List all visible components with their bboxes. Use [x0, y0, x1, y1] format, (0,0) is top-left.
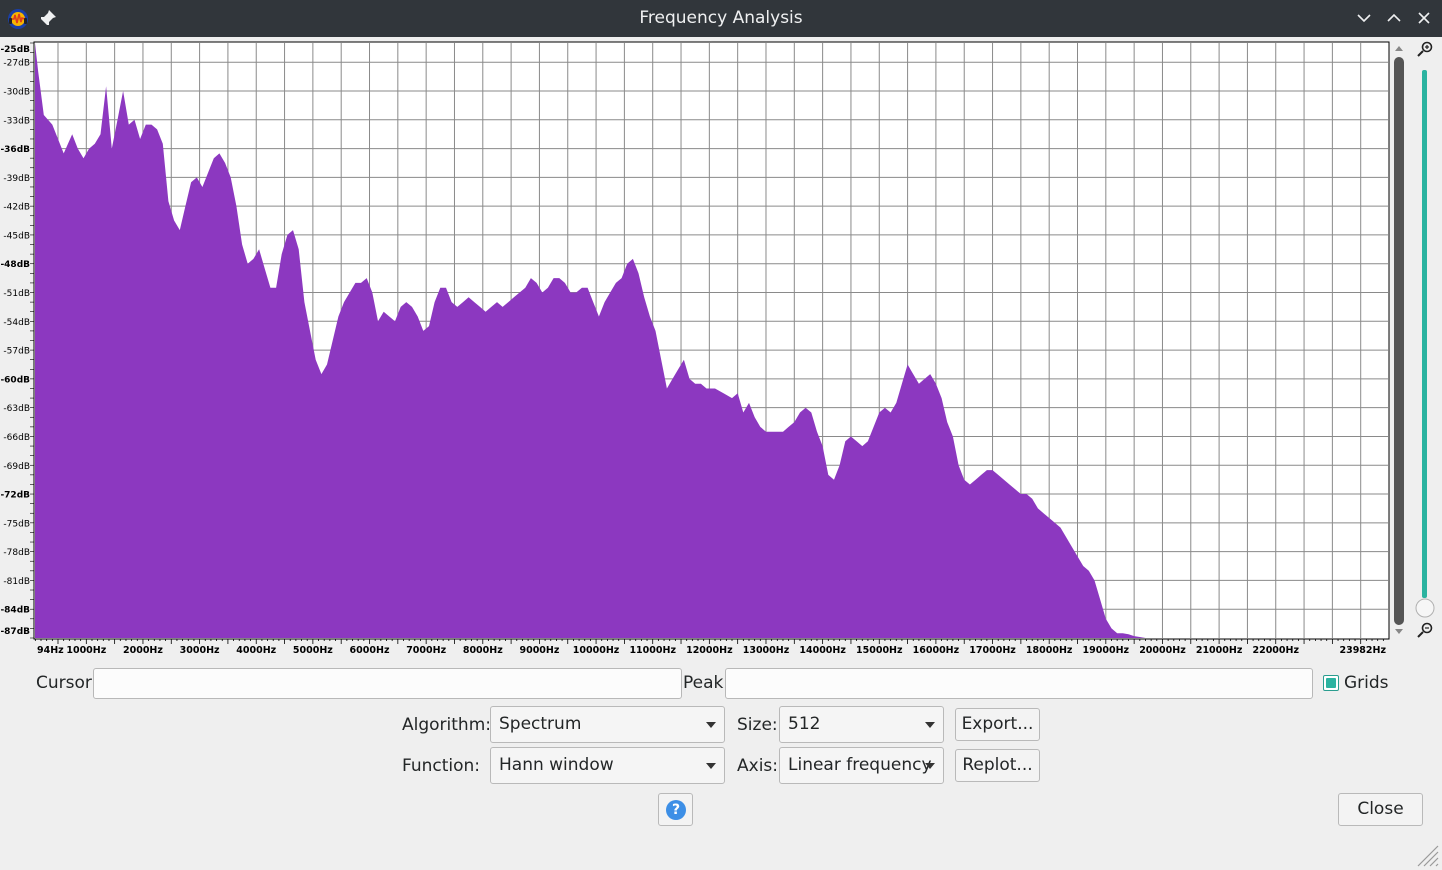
x-tick-label: 13000Hz: [743, 645, 790, 656]
algorithm-select[interactable]: Spectrum: [490, 706, 725, 743]
zoom-slider-track[interactable]: [1422, 70, 1427, 598]
x-tick-label: 94Hz: [37, 645, 64, 656]
x-tick-label: 11000Hz: [629, 645, 676, 656]
help-button[interactable]: ?: [658, 793, 693, 826]
x-tick-label: 6000Hz: [350, 645, 390, 656]
chevron-down-icon: [925, 763, 935, 769]
checkbox-check-icon: [1326, 678, 1336, 688]
zoom-slider-handle[interactable]: [1415, 598, 1435, 618]
x-tick-label: 2000Hz: [123, 645, 163, 656]
y-tick-label: -66dB: [3, 433, 30, 443]
y-tick-label: -81dB: [3, 577, 30, 587]
x-tick-label: 4000Hz: [236, 645, 276, 656]
x-tick-label: 16000Hz: [913, 645, 960, 656]
x-tick-label: 5000Hz: [293, 645, 333, 656]
y-tick-label: -33dB: [3, 116, 30, 126]
resize-grip-icon[interactable]: [1414, 842, 1440, 868]
x-tick-label: 21000Hz: [1196, 645, 1243, 656]
close-icon[interactable]: [1412, 6, 1436, 30]
y-tick-label: -51dB: [3, 289, 30, 299]
maximize-icon[interactable]: [1382, 6, 1406, 30]
y-tick-label: -36dB: [0, 145, 30, 155]
y-tick-label: -30dB: [3, 87, 30, 97]
x-tick-label: 12000Hz: [686, 645, 733, 656]
cursor-field[interactable]: [93, 668, 682, 699]
chevron-down-icon: [706, 763, 716, 769]
y-tick-label: -39dB: [3, 174, 30, 184]
x-tick-label: 8000Hz: [463, 645, 503, 656]
y-tick-label: -25dB: [0, 45, 30, 55]
size-select[interactable]: 512: [779, 706, 944, 743]
x-tick-label: 20000Hz: [1139, 645, 1186, 656]
scroll-up-arrow[interactable]: [1395, 46, 1403, 51]
axis-value: Linear frequency: [788, 755, 932, 775]
grids-checkbox[interactable]: [1323, 675, 1339, 691]
zoom-in-icon[interactable]: [1417, 41, 1433, 57]
minimize-icon[interactable]: [1352, 6, 1376, 30]
y-tick-label: -78dB: [3, 548, 30, 558]
x-axis: 94Hz 1000Hz 2000Hz 3000Hz 4000Hz 5000Hz 6000Hz…: [34, 639, 1386, 656]
scroll-down-arrow[interactable]: [1395, 629, 1403, 634]
window-title: Frequency Analysis: [639, 8, 803, 28]
function-select[interactable]: Hann window: [490, 747, 725, 784]
chevron-down-icon: [925, 722, 935, 728]
cursor-label: Cursor:: [36, 673, 98, 693]
algorithm-label: Algorithm:: [402, 715, 491, 735]
vertical-scrollbar[interactable]: [1394, 46, 1404, 634]
grids-label[interactable]: Grids: [1344, 673, 1389, 693]
zoom-slider[interactable]: [1415, 41, 1435, 638]
x-tick-label: 7000Hz: [406, 645, 446, 656]
x-tick-label: 19000Hz: [1083, 645, 1130, 656]
y-tick-label: -57dB: [3, 347, 30, 357]
function-value: Hann window: [499, 755, 614, 775]
x-tick-label: 18000Hz: [1026, 645, 1073, 656]
scrollbar-thumb[interactable]: [1394, 57, 1404, 625]
y-tick-label: -42dB: [3, 203, 30, 213]
size-value: 512: [788, 714, 821, 734]
title-bar: Frequency Analysis: [0, 0, 1442, 37]
x-tick-label: 15000Hz: [856, 645, 903, 656]
y-tick-label: -75dB: [3, 519, 30, 529]
replot-button[interactable]: Replot...: [955, 749, 1040, 782]
spectrum-plot[interactable]: -25dB -27dB -30dB -33dB -36dB -39dB -42dB -45dB…: [0, 37, 1442, 660]
x-tick-label: 1000Hz: [66, 645, 106, 656]
size-label: Size:: [737, 715, 778, 735]
x-tick-label: 17000Hz: [969, 645, 1016, 656]
x-tick-label: 9000Hz: [519, 645, 559, 656]
y-tick-label: -69dB: [3, 462, 30, 472]
y-tick-label: -27dB: [3, 59, 30, 69]
x-tick-label: 10000Hz: [573, 645, 620, 656]
y-tick-label: -45dB: [3, 231, 30, 241]
y-tick-label: -87dB: [0, 627, 30, 637]
x-tick-label: 14000Hz: [799, 645, 846, 656]
export-button[interactable]: Export...: [955, 708, 1040, 741]
y-tick-label: -60dB: [0, 375, 30, 385]
help-icon: ?: [666, 800, 686, 820]
axis-label: Axis:: [737, 756, 778, 776]
peak-label: Peak:: [683, 673, 730, 693]
x-tick-label: 23982Hz: [1339, 645, 1386, 656]
y-tick-label: -48dB: [0, 260, 30, 270]
algorithm-value: Spectrum: [499, 714, 582, 734]
chevron-down-icon: [706, 722, 716, 728]
axis-select[interactable]: Linear frequency: [779, 747, 944, 784]
x-tick-label: 3000Hz: [180, 645, 220, 656]
y-tick-label: -84dB: [0, 606, 30, 616]
y-tick-label: -54dB: [3, 318, 30, 328]
function-label: Function:: [402, 756, 481, 776]
close-button[interactable]: Close: [1338, 793, 1423, 826]
y-tick-label: -72dB: [0, 491, 30, 501]
peak-field[interactable]: [725, 668, 1313, 699]
y-tick-label: -63dB: [3, 404, 30, 414]
zoom-out-icon[interactable]: [1417, 622, 1433, 638]
x-tick-label: 22000Hz: [1252, 645, 1299, 656]
y-axis: -25dB -27dB -30dB -33dB -36dB -39dB -42dB -45dB…: [0, 42, 34, 639]
